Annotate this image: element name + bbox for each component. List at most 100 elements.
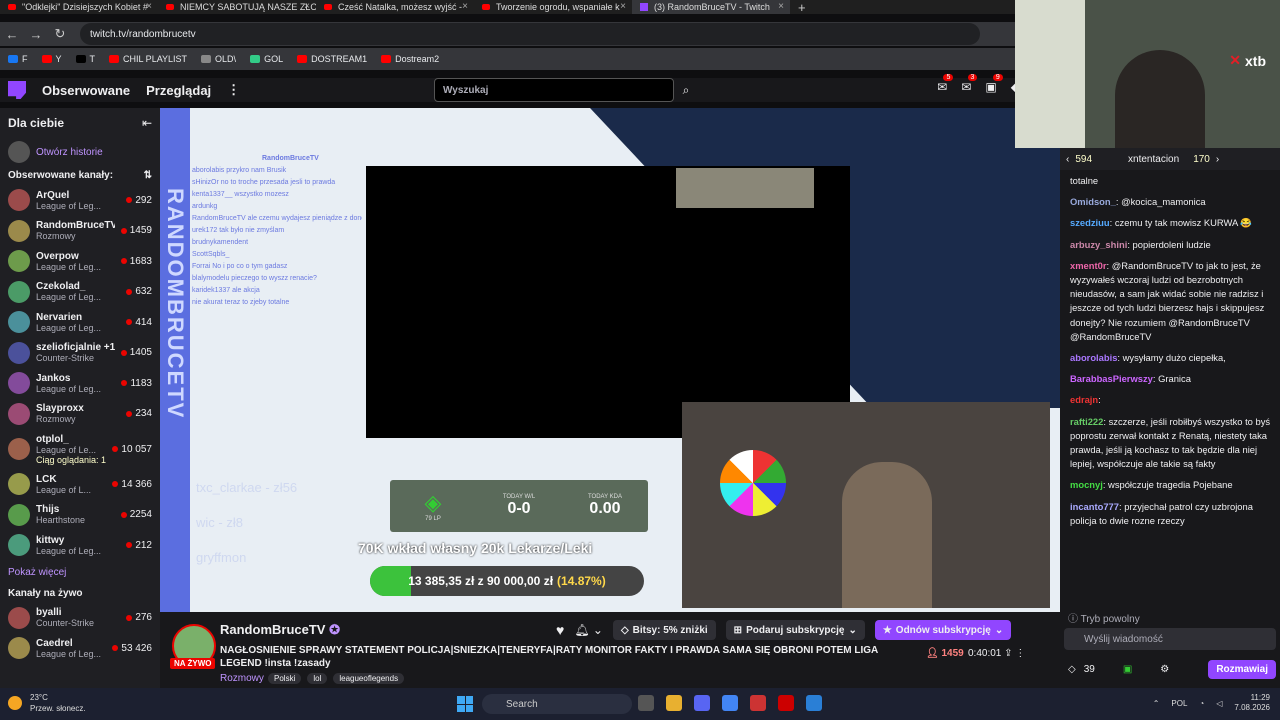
sidebar-channel[interactable]: Slayproxx Rozmowy 234: [0, 399, 160, 430]
close-icon[interactable]: ×: [778, 1, 784, 12]
chat-username[interactable]: aborolabis: [1070, 352, 1117, 363]
start-icon[interactable]: [457, 696, 473, 712]
bookmark[interactable]: T: [75, 54, 95, 64]
lang[interactable]: POL: [1171, 699, 1187, 708]
sidebar-channel[interactable]: byalli Counter-Strike 276: [0, 603, 160, 634]
gift-box-icon[interactable]: ▣: [1123, 664, 1132, 675]
tag[interactable]: leagueoflegends: [333, 673, 405, 684]
bookmark[interactable]: Y: [41, 54, 62, 64]
more-options-icon[interactable]: ⋮: [1015, 648, 1025, 659]
bookmark[interactable]: CHIL PLAYLIST: [109, 54, 187, 64]
chrome-icon[interactable]: [722, 695, 738, 711]
sidebar-channel[interactable]: szelioficjalnie +1 Counter-Strike 1405: [0, 338, 160, 369]
explorer-icon[interactable]: [666, 695, 682, 711]
sidebar-channel[interactable]: Jankos League of Leg... 1183: [0, 368, 160, 399]
whispers-icon[interactable]: ▣ 9: [985, 74, 1003, 94]
viewer-count-text: 53 426: [121, 642, 152, 654]
open-stories[interactable]: Otwórz historie: [0, 138, 160, 166]
sidebar-channel[interactable]: Czekolad_ League of Leg... 632: [0, 277, 160, 308]
collapse-icon[interactable]: ⇤: [142, 116, 152, 130]
chat-username[interactable]: szedziuu: [1070, 217, 1110, 228]
bits-button[interactable]: ◇ Bitsy: 5% zniżki: [612, 620, 716, 640]
sidebar-channel[interactable]: Overpow League of Leg... 1683: [0, 246, 160, 277]
app-icon[interactable]: [750, 695, 766, 711]
taskbar-search[interactable]: Search: [482, 694, 632, 714]
settings-icon[interactable]: ⚙: [1160, 664, 1169, 675]
close-icon[interactable]: ×: [146, 1, 152, 12]
browser-tab[interactable]: Cześć Natalka, możesz wyjść - ×: [316, 0, 474, 14]
twitch-logo-icon[interactable]: [8, 81, 26, 99]
chat-username[interactable]: incanto777: [1070, 501, 1119, 512]
sidebar-channel[interactable]: RandomBruceTV Rozmowy 1459: [0, 216, 160, 247]
goal-percent: (14.87%): [557, 574, 606, 588]
chevron-up-icon[interactable]: ⌃: [1153, 699, 1160, 708]
bell-icon[interactable]: 🔔︎ ⌄: [574, 623, 603, 637]
chat-username[interactable]: rafti222: [1070, 416, 1103, 427]
channel-points-icon[interactable]: ◇: [1068, 664, 1076, 675]
chat-username[interactable]: arbuzy_shini: [1070, 239, 1127, 250]
sort-icon[interactable]: ⇅: [144, 170, 152, 181]
chat-username[interactable]: BarabbasPierwszy: [1070, 373, 1153, 384]
sidebar-channel[interactable]: Caedrel League of Leg... 53 426: [0, 633, 160, 664]
renew-sub-button[interactable]: ★ Odnów subskrypcję ⌄: [874, 620, 1012, 640]
task-view-icon[interactable]: [638, 695, 654, 711]
chat-send-button[interactable]: Rozmawiaj: [1208, 660, 1276, 679]
browser-tab[interactable]: "Odklejki" Dzisiejszych Kobiet # ×: [0, 0, 158, 14]
chat-input[interactable]: Wyślij wiadomość: [1064, 628, 1276, 650]
streamer-name[interactable]: RandomBruceTV ✪: [220, 622, 340, 638]
close-icon[interactable]: ×: [304, 1, 310, 12]
channel-info: Jankos League of Leg...: [36, 373, 115, 394]
share-icon[interactable]: ⇪: [1004, 648, 1012, 659]
wifi-icon[interactable]: ◔: [1199, 699, 1204, 708]
close-icon[interactable]: ×: [620, 1, 626, 12]
more-menu-icon[interactable]: ⋮: [227, 82, 240, 98]
vscode-icon[interactable]: [806, 695, 822, 711]
browser-tab[interactable]: Tworzenie ogrodu, wspaniałe k ×: [474, 0, 632, 14]
reload-icon[interactable]: ↻: [48, 26, 72, 42]
discord-icon[interactable]: [694, 695, 710, 711]
url-field[interactable]: twitch.tv/randombrucetv: [80, 23, 980, 45]
sidebar-channel[interactable]: kittwy League of Leg... 212: [0, 530, 160, 561]
category-link[interactable]: Rozmowy: [220, 673, 264, 684]
prime-icon[interactable]: ✉ 5: [937, 74, 954, 94]
tag[interactable]: Polski: [268, 673, 302, 684]
chat-username[interactable]: Omidson_: [1070, 196, 1116, 207]
recorder-icon[interactable]: [778, 695, 794, 711]
browser-tab[interactable]: NIEMCY SABOTUJĄ NASZE ZŁO ×: [158, 0, 316, 14]
notifications-icon[interactable]: ✉ 3: [961, 74, 978, 94]
clock[interactable]: 11:29 7.08.2026: [1234, 693, 1270, 713]
show-more-link[interactable]: Pokaż więcej: [0, 561, 160, 584]
gift-sub-button[interactable]: ⊞ Podaruj subskrypcję ⌄: [725, 620, 865, 640]
avatar: [8, 280, 30, 303]
bookmark[interactable]: OLD\: [201, 54, 236, 64]
search-icon[interactable]: ⌕: [676, 78, 696, 102]
chat-username[interactable]: xment0r: [1070, 260, 1106, 271]
tag[interactable]: lol: [307, 673, 328, 684]
bookmark[interactable]: Dostream2: [381, 54, 439, 64]
search-input[interactable]: Wyszukaj: [434, 78, 674, 102]
sidebar-channel[interactable]: Nervarien League of Leg... 414: [0, 307, 160, 338]
bookmark[interactable]: GOL: [250, 54, 283, 64]
back-icon[interactable]: ←: [0, 27, 24, 42]
sidebar-channel[interactable]: ArQuel League of Leg... 292: [0, 185, 160, 216]
bookmark[interactable]: F: [8, 54, 28, 64]
volume-icon[interactable]: ◁: [1216, 699, 1222, 708]
forward-icon[interactable]: →: [24, 27, 48, 42]
browser-tab[interactable]: (3) RandomBruceTV - Twitch ×: [632, 0, 790, 14]
weather-widget[interactable]: 23°C Przew. słonecz.: [8, 692, 86, 714]
bookmark-label: F: [22, 54, 28, 64]
chevron-right-icon[interactable]: ›: [1216, 154, 1219, 165]
heart-icon[interactable]: ♥: [556, 622, 564, 638]
bookmark[interactable]: DOSTREAM1: [297, 54, 367, 64]
sidebar-channel[interactable]: otplol_ League of Le... Ciąg oglądania: 1 1…: [0, 429, 160, 469]
new-tab-icon[interactable]: +: [790, 0, 806, 15]
chevron-left-icon[interactable]: ‹: [1066, 154, 1069, 165]
video-player[interactable]: RANDOMBRUCETV RandomBruceTV aborolabis p…: [160, 108, 1060, 612]
chat-username[interactable]: edrajn: [1070, 394, 1098, 405]
sidebar-channel[interactable]: LCK League of L... 14 366: [0, 469, 160, 500]
chat-username[interactable]: mocnyj: [1070, 479, 1103, 490]
following-link[interactable]: Obserwowane: [42, 83, 130, 98]
sidebar-channel[interactable]: Thijs Hearthstone 2254: [0, 500, 160, 531]
close-icon[interactable]: ×: [462, 1, 468, 12]
browse-link[interactable]: Przeglądaj: [146, 83, 211, 98]
